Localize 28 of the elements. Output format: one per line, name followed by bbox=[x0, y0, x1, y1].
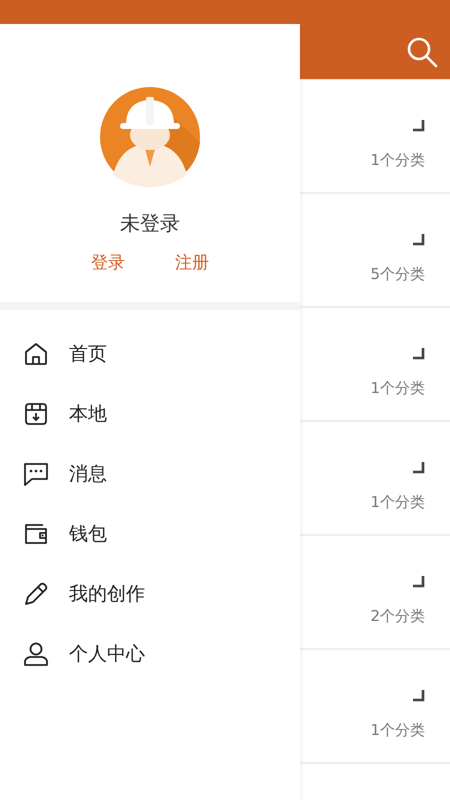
auth-link[interactable]: 登录 bbox=[91, 251, 125, 275]
category-count: 1个分类 bbox=[370, 378, 425, 398]
menu-item[interactable]: 首页 bbox=[0, 324, 300, 384]
category-count: 1个分类 bbox=[370, 720, 425, 740]
menu-item[interactable]: 个人中心 bbox=[0, 624, 300, 684]
pencil-icon bbox=[23, 581, 49, 607]
category-count: 5个分类 bbox=[370, 264, 425, 284]
category-count: 2个分类 bbox=[370, 606, 425, 626]
home-icon bbox=[23, 341, 49, 367]
menu-item[interactable]: 消息 bbox=[0, 444, 300, 504]
category-count: 1个分类 bbox=[370, 492, 425, 512]
corner-icon bbox=[413, 234, 425, 246]
corner-icon bbox=[413, 690, 425, 702]
category-count: 1个分类 bbox=[370, 150, 425, 170]
corner-icon bbox=[413, 120, 425, 132]
corner-icon bbox=[413, 462, 425, 474]
corner-icon bbox=[413, 348, 425, 360]
user-status: 未登录 bbox=[120, 210, 180, 237]
corner-icon bbox=[413, 576, 425, 588]
user-icon bbox=[23, 641, 49, 667]
download-box-icon bbox=[23, 401, 49, 427]
auth-link[interactable]: 注册 bbox=[175, 251, 209, 275]
wallet-icon bbox=[23, 521, 49, 547]
menu-item[interactable]: 我的创作 bbox=[0, 564, 300, 624]
menu-item[interactable]: 本地 bbox=[0, 384, 300, 444]
search-icon[interactable] bbox=[406, 36, 438, 68]
chat-icon bbox=[23, 461, 49, 487]
menu-item[interactable]: 钱包 bbox=[0, 504, 300, 564]
